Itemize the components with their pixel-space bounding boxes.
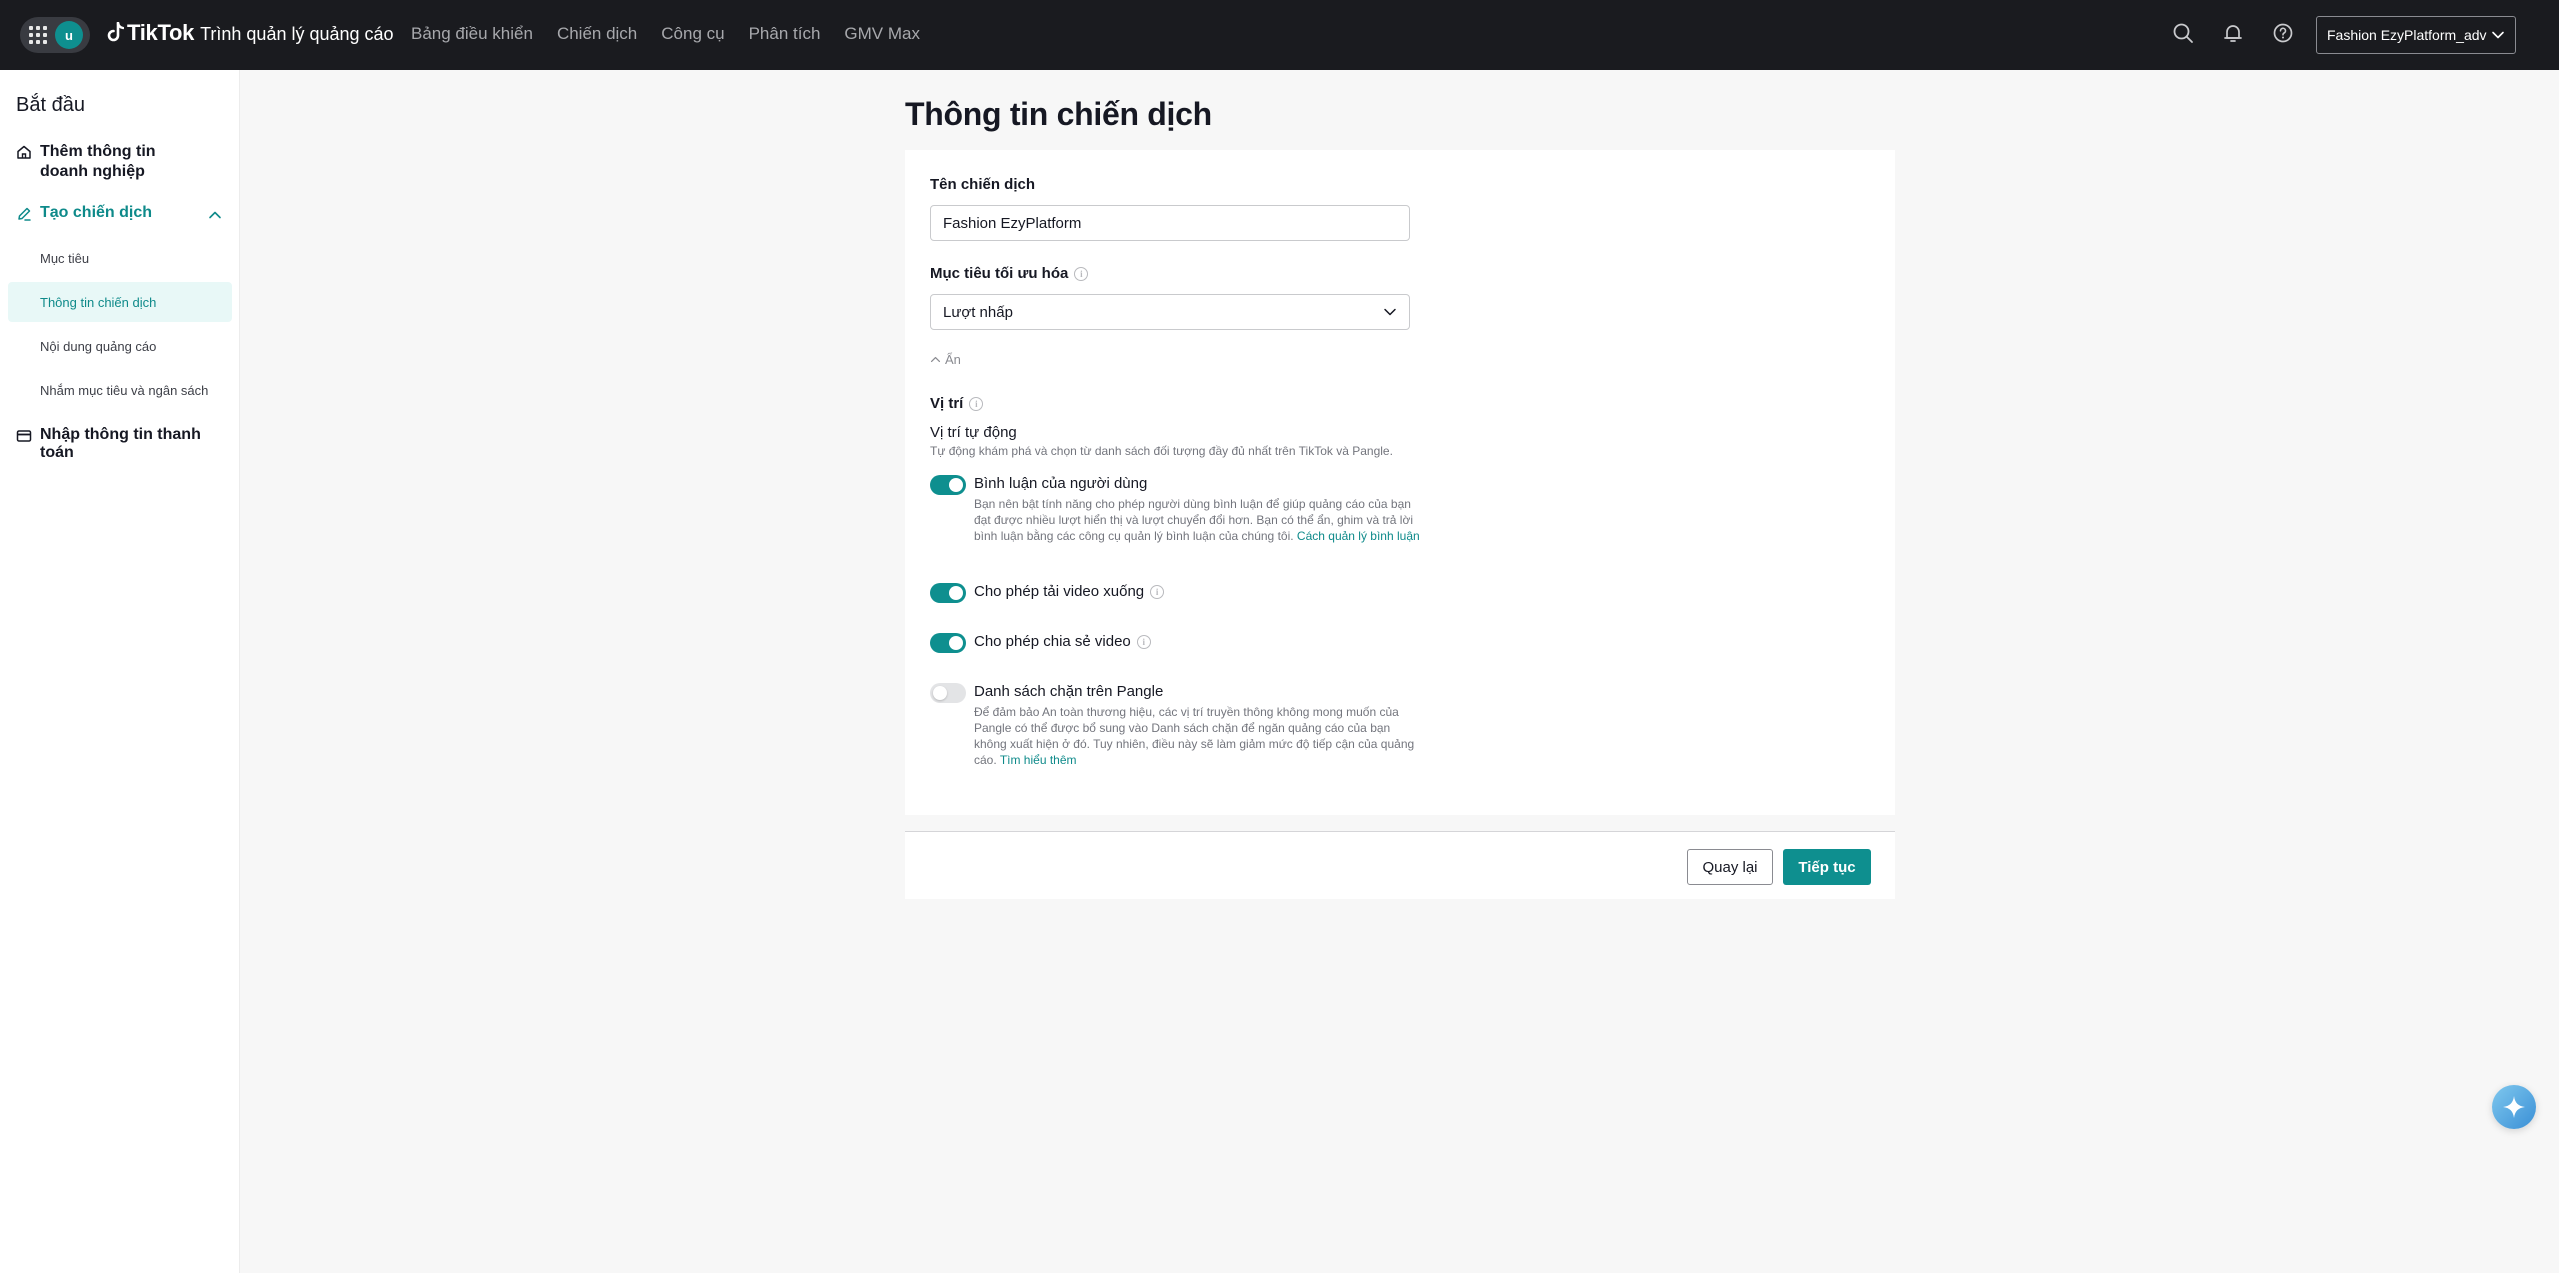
video-share-label-wrap: Cho phép chia sẻ video i [974, 632, 1151, 652]
chevron-up-icon[interactable] [208, 208, 222, 222]
apps-switcher[interactable]: u [20, 17, 90, 53]
account-selector[interactable]: Fashion EzyPlatform_adv [2316, 16, 2516, 54]
chevron-down-icon [1384, 308, 1396, 316]
placement-label: Vị trí i [930, 395, 984, 412]
brand-logo[interactable]: TikTok Trình quản lý quảng cáo [106, 20, 394, 46]
manage-comments-link[interactable]: Cách quản lý bình luận [1297, 529, 1420, 543]
info-icon[interactable]: i [969, 396, 984, 411]
back-button[interactable]: Quay lại [1687, 849, 1773, 885]
sidebar-item-payment[interactable]: Nhập thông tin thanh toán [16, 426, 239, 462]
page-title: Thông tin chiến dịch [905, 96, 1212, 132]
sidebar-item-label: Nhập thông tin thanh toán [40, 426, 201, 461]
video-share-label: Cho phép chia sẻ video [974, 633, 1131, 650]
nav-gmv-max[interactable]: GMV Max [844, 24, 920, 44]
top-icons [2170, 20, 2296, 46]
sidebar-subitem-campaign-info[interactable]: Thông tin chiến dịch [8, 282, 232, 322]
toggle-row-user-comments: Bình luận của người dùng Bạn nên bật tín… [930, 474, 1430, 544]
sparkle-icon [2503, 1096, 2525, 1118]
campaign-info-card: Tên chiến dịch Fashion EzyPlatform Mục t… [905, 150, 1895, 815]
hide-toggle-link[interactable]: Ẩn [930, 352, 961, 367]
info-icon[interactable]: i [1150, 585, 1165, 599]
sidebar-title: Bắt đầu [16, 94, 85, 116]
home-icon [17, 145, 31, 159]
sidebar-item-create-campaign[interactable]: Tạo chiến dịch [16, 204, 152, 222]
video-download-label: Cho phép tải video xuống [974, 583, 1145, 600]
user-comments-label: Bình luận của người dùng [974, 475, 1148, 492]
sidebar-item-label: Thêm thông tin doanh nghiệp [40, 143, 156, 180]
user-comments-description: Bạn nên bật tính năng cho phép người dùn… [974, 496, 1422, 544]
help-icon[interactable] [2270, 20, 2296, 46]
campaign-name-value: Fashion EzyPlatform [943, 214, 1082, 232]
auto-placement-title: Vị trí tự động [930, 424, 1017, 441]
sidebar-subitem-targeting-budget[interactable]: Nhắm mục tiêu và ngân sách [8, 370, 232, 410]
placement-label-text: Vị trí [930, 395, 964, 412]
top-navigation: Bảng điều khiển Chiến dịch Công cụ Phân … [411, 24, 920, 44]
toggle-row-pangle-blocklist: Danh sách chặn trên Pangle Để đảm bảo An… [930, 682, 1430, 768]
account-name: Fashion EzyPlatform_adv [2327, 27, 2487, 43]
sidebar-item-business-info[interactable]: Thêm thông tin doanh nghiệp [16, 142, 196, 182]
toggle-row-video-share: Cho phép chia sẻ video i [930, 632, 1430, 653]
video-share-toggle[interactable] [930, 633, 966, 653]
nav-dashboard[interactable]: Bảng điều khiển [411, 24, 533, 44]
info-icon[interactable]: i [1074, 266, 1089, 281]
chevron-down-icon [2492, 31, 2504, 39]
sidebar: Bắt đầu Thêm thông tin doanh nghiệp Tạo … [0, 70, 240, 1273]
assistant-button[interactable] [2492, 1085, 2536, 1129]
info-icon[interactable]: i [1136, 635, 1151, 649]
apps-grid-icon [29, 26, 47, 44]
footer-actions: Quay lại Tiếp tục [905, 831, 1895, 899]
optimization-goal-select[interactable]: Lượt nhấp [930, 294, 1410, 330]
continue-button[interactable]: Tiếp tục [1783, 849, 1871, 885]
tiktok-logo-icon [107, 22, 124, 42]
search-icon[interactable] [2170, 20, 2196, 46]
bell-icon[interactable] [2220, 20, 2246, 46]
optimization-goal-value: Lượt nhấp [943, 303, 1013, 321]
toggle-row-video-download: Cho phép tải video xuống i [930, 582, 1430, 603]
campaign-name-input[interactable]: Fashion EzyPlatform [930, 205, 1410, 241]
avatar[interactable]: u [55, 21, 83, 49]
campaign-name-label: Tên chiến dịch [930, 176, 1035, 193]
pangle-blocklist-label: Danh sách chặn trên Pangle [974, 683, 1164, 700]
brand-name: TikTok [127, 20, 195, 45]
top-bar: u TikTok Trình quản lý quảng cáo Bảng đi… [0, 0, 2559, 70]
optimization-goal-label: Mục tiêu tối ưu hóa i [930, 265, 1089, 282]
sidebar-subitem-ad-content[interactable]: Nội dung quảng cáo [8, 326, 232, 366]
pangle-blocklist-toggle[interactable] [930, 683, 966, 703]
hide-label: Ẩn [945, 352, 961, 367]
chevron-up-icon [930, 356, 941, 363]
brand-subtitle: Trình quản lý quảng cáo [200, 24, 394, 44]
card-icon [16, 430, 32, 442]
learn-more-link[interactable]: Tìm hiểu thêm [1000, 753, 1077, 767]
sidebar-item-label: Tạo chiến dịch [40, 204, 153, 221]
nav-analytics[interactable]: Phân tích [749, 24, 821, 44]
edit-icon [18, 207, 31, 221]
video-download-toggle[interactable] [930, 583, 966, 603]
user-comments-toggle[interactable] [930, 475, 966, 495]
nav-campaigns[interactable]: Chiến dịch [557, 24, 637, 44]
pangle-blocklist-description: Để đảm bảo An toàn thương hiệu, các vị t… [974, 704, 1422, 768]
campaign-name-label-text: Tên chiến dịch [930, 176, 1036, 193]
optimization-goal-label-text: Mục tiêu tối ưu hóa [930, 265, 1069, 282]
auto-placement-description: Tự động khám phá và chọn từ danh sách đố… [930, 444, 1393, 458]
video-download-label-wrap: Cho phép tải video xuống i [974, 582, 1165, 602]
sidebar-subitem-objective[interactable]: Mục tiêu [8, 238, 232, 278]
nav-tools[interactable]: Công cụ [661, 24, 724, 44]
